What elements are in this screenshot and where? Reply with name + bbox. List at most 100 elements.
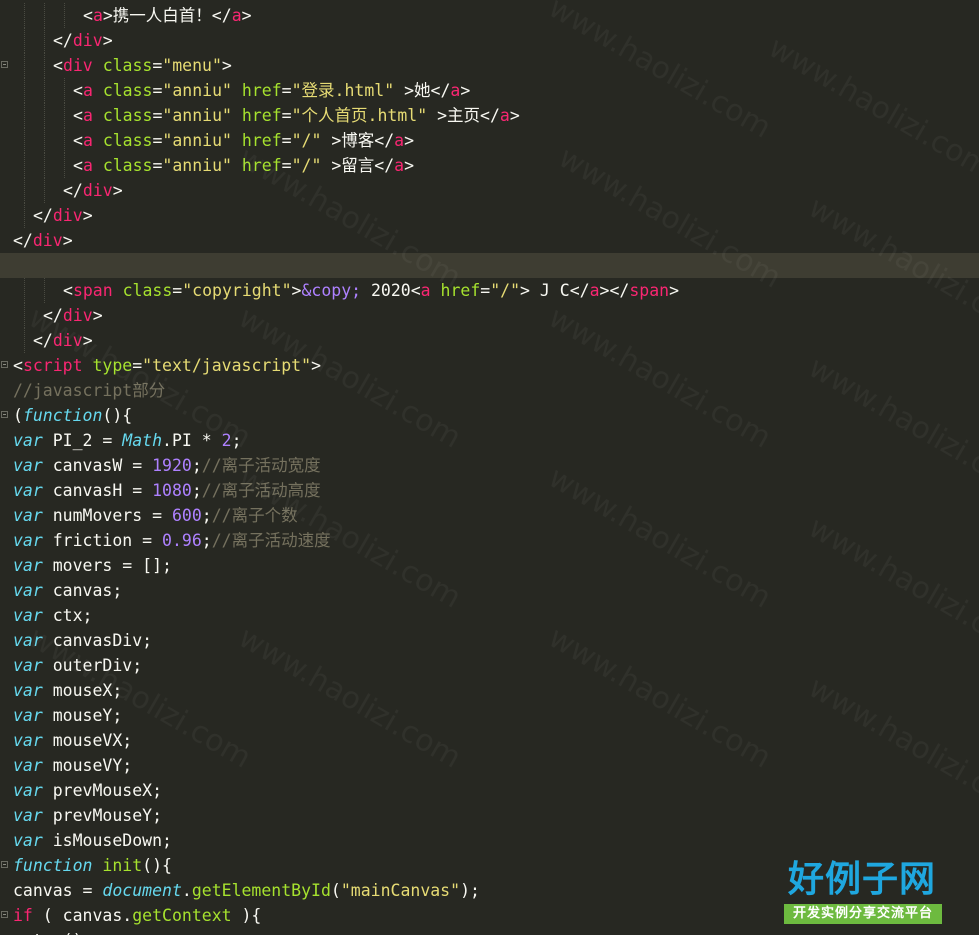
code-line[interactable]: var canvasW = 1920;//离子活动宽度 bbox=[0, 453, 979, 478]
code-token: var bbox=[13, 556, 43, 575]
code-token: href bbox=[241, 81, 282, 100]
code-line[interactable]: var ctx; bbox=[0, 603, 979, 628]
code-line[interactable]: var mouseVX; bbox=[0, 728, 979, 753]
code-token: getElementById bbox=[191, 881, 331, 900]
code-line[interactable]: var outerDiv; bbox=[0, 653, 979, 678]
code-token: = bbox=[480, 281, 491, 300]
code-token: ; bbox=[231, 431, 242, 450]
fold-toggle-icon[interactable] bbox=[1, 361, 8, 368]
code-token: 2020< bbox=[361, 281, 421, 300]
code-line[interactable]: setup(); bbox=[0, 928, 979, 935]
code-line[interactable]: var movers = []; bbox=[0, 553, 979, 578]
code-text: </div> bbox=[53, 28, 113, 53]
code-line[interactable]: </div> bbox=[0, 178, 979, 203]
code-token: a bbox=[589, 281, 600, 300]
code-token: 0.96 bbox=[162, 531, 202, 550]
code-token: var bbox=[13, 481, 43, 500]
fold-toggle-icon[interactable] bbox=[1, 411, 8, 418]
fold-toggle-icon[interactable] bbox=[1, 61, 8, 68]
code-token: "menu" bbox=[162, 56, 222, 75]
fold-toggle-icon[interactable] bbox=[1, 911, 8, 918]
code-line[interactable]: var mouseY; bbox=[0, 703, 979, 728]
code-token: = bbox=[281, 106, 292, 125]
code-token: outerDiv; bbox=[42, 656, 143, 675]
code-text: var mouseY; bbox=[13, 703, 122, 728]
code-line[interactable]: </div> bbox=[0, 303, 979, 328]
code-line[interactable]: var prevMouseY; bbox=[0, 803, 979, 828]
indent-guide bbox=[64, 3, 65, 28]
code-token: "anniu" bbox=[162, 156, 232, 175]
code-line[interactable]: var canvasH = 1080;//离子活动高度 bbox=[0, 478, 979, 503]
code-token: > bbox=[311, 356, 321, 375]
code-token: >留言</ bbox=[321, 156, 395, 175]
code-text: var friction = 0.96;//离子活动速度 bbox=[13, 528, 331, 553]
code-token: > bbox=[404, 156, 415, 175]
code-line[interactable]: var canvas; bbox=[0, 578, 979, 603]
code-text: var canvasH = 1080;//离子活动高度 bbox=[13, 478, 321, 503]
code-line[interactable]: var mouseVY; bbox=[0, 753, 979, 778]
code-token: > bbox=[404, 131, 415, 150]
code-line[interactable]: //javascript部分 bbox=[0, 378, 979, 403]
code-token: > bbox=[669, 281, 680, 300]
code-text: canvas = document.getElementById("mainCa… bbox=[13, 878, 480, 903]
code-token: prevMouseX; bbox=[42, 781, 163, 800]
code-line[interactable]: </div> bbox=[0, 28, 979, 53]
code-token: var bbox=[13, 756, 43, 775]
fold-toggle-icon[interactable] bbox=[1, 861, 8, 868]
code-token: canvas; bbox=[42, 581, 123, 600]
code-text: function init(){ bbox=[13, 853, 172, 878]
code-line[interactable]: <a>携一人白首！</a> bbox=[0, 3, 979, 28]
indent-guide bbox=[64, 78, 65, 103]
code-line[interactable]: (function(){ bbox=[0, 403, 979, 428]
code-text: </div> bbox=[33, 328, 93, 353]
code-line[interactable]: var isMouseDown; bbox=[0, 828, 979, 853]
code-token: movers = []; bbox=[42, 556, 172, 575]
code-line[interactable]: <div class="menu"> bbox=[0, 53, 979, 78]
code-token: "/" bbox=[291, 131, 322, 150]
code-line[interactable] bbox=[0, 253, 979, 278]
code-token: //离子活动宽度 bbox=[201, 456, 321, 475]
code-text: var PI_2 = Math.PI * 2; bbox=[13, 428, 242, 453]
code-token: a bbox=[82, 131, 93, 150]
code-text: setup(); bbox=[13, 928, 92, 935]
site-logo: 好例子网 开发实例分享交流平台 bbox=[780, 858, 944, 926]
code-line[interactable]: <a class="anniu" href="/" >留言</a> bbox=[0, 153, 979, 178]
indent-guide bbox=[24, 78, 25, 103]
code-line[interactable]: <script type="text/javascript"> bbox=[0, 353, 979, 378]
code-text: var prevMouseY; bbox=[13, 803, 162, 828]
code-token: type bbox=[92, 356, 133, 375]
code-line[interactable]: </div> bbox=[0, 228, 979, 253]
code-token: class bbox=[102, 56, 153, 75]
code-token: > bbox=[62, 231, 73, 250]
indent-guide bbox=[44, 53, 45, 78]
code-token: class bbox=[102, 156, 153, 175]
code-token: = bbox=[172, 281, 183, 300]
code-line[interactable]: var PI_2 = Math.PI * 2; bbox=[0, 428, 979, 453]
code-token: a bbox=[82, 81, 93, 100]
code-line[interactable]: var friction = 0.96;//离子活动速度 bbox=[0, 528, 979, 553]
code-line[interactable]: <span class="copyright">&copy; 2020<a hr… bbox=[0, 278, 979, 303]
code-token: 1920 bbox=[152, 456, 192, 475]
code-token: > J C</ bbox=[520, 281, 590, 300]
code-line[interactable]: </div> bbox=[0, 328, 979, 353]
code-editor[interactable]: <a>携一人白首！</a> </div> <div class="menu"> <a … bbox=[0, 0, 979, 935]
code-text: </div> bbox=[43, 303, 103, 328]
code-token: </ bbox=[43, 306, 63, 325]
code-line[interactable]: <a class="anniu" href="个人首页.html" >主页</a… bbox=[0, 103, 979, 128]
code-line[interactable]: var prevMouseX; bbox=[0, 778, 979, 803]
code-line[interactable]: <a class="anniu" href="/" >博客</a> bbox=[0, 128, 979, 153]
code-token: > bbox=[82, 331, 93, 350]
code-token: = bbox=[152, 106, 163, 125]
code-line[interactable]: var numMovers = 600;//离子个数 bbox=[0, 503, 979, 528]
code-line[interactable]: </div> bbox=[0, 203, 979, 228]
code-token: < bbox=[73, 81, 83, 100]
code-line[interactable]: var mouseX; bbox=[0, 678, 979, 703]
code-line[interactable]: <a class="anniu" href="登录.html" >她</a> bbox=[0, 78, 979, 103]
code-token: >博客</ bbox=[321, 131, 395, 150]
indent-guide bbox=[24, 153, 25, 178]
code-text: <a class="anniu" href="个人首页.html" >主页</a… bbox=[73, 103, 520, 128]
code-line[interactable]: var canvasDiv; bbox=[0, 628, 979, 653]
